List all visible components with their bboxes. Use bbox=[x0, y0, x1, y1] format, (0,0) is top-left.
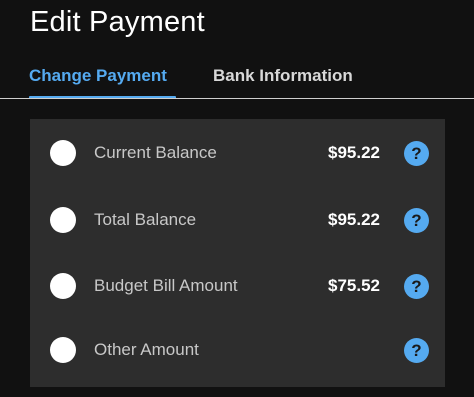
payment-options-panel: Current Balance $95.22 ? Total Balance $… bbox=[30, 119, 445, 387]
radio-button[interactable] bbox=[50, 337, 76, 363]
option-total-balance[interactable]: Total Balance $95.22 ? bbox=[30, 200, 445, 240]
option-label: Current Balance bbox=[94, 143, 217, 162]
tab-bank-information[interactable]: Bank Information bbox=[213, 66, 353, 86]
option-amount: $95.22 bbox=[328, 210, 380, 229]
help-icon[interactable]: ? bbox=[404, 338, 429, 363]
tab-change-payment[interactable]: Change Payment bbox=[29, 66, 167, 86]
radio-button[interactable] bbox=[50, 140, 76, 166]
option-amount: $95.22 bbox=[328, 143, 380, 162]
page-title: Edit Payment bbox=[30, 6, 205, 38]
help-icon[interactable]: ? bbox=[404, 208, 429, 233]
option-label: Other Amount bbox=[94, 340, 199, 359]
option-label: Budget Bill Amount bbox=[94, 276, 238, 295]
option-other-amount[interactable]: Other Amount ? bbox=[30, 330, 445, 370]
option-amount: $75.52 bbox=[328, 276, 380, 295]
edit-payment-screen: Edit Payment Change Payment Bank Informa… bbox=[0, 0, 474, 397]
tab-divider bbox=[0, 98, 474, 99]
help-icon[interactable]: ? bbox=[404, 141, 429, 166]
tab-bar: Change Payment Bank Information bbox=[0, 62, 474, 99]
radio-button[interactable] bbox=[50, 207, 76, 233]
option-label: Total Balance bbox=[94, 210, 197, 229]
help-icon[interactable]: ? bbox=[404, 274, 429, 299]
option-budget-bill-amount[interactable]: Budget Bill Amount $75.52 ? bbox=[30, 266, 445, 306]
radio-button[interactable] bbox=[50, 273, 76, 299]
option-current-balance[interactable]: Current Balance $95.22 ? bbox=[30, 133, 445, 173]
